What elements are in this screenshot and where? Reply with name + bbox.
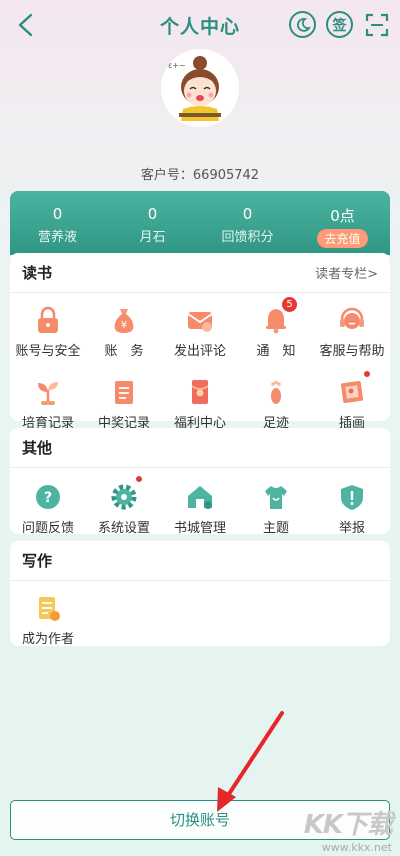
menu-item-customer-service[interactable]: 客服与帮助 (314, 305, 390, 359)
menu-item-label: 举报 (338, 521, 365, 536)
night-mode-button[interactable] (289, 11, 316, 38)
stat-balance: 0点 去充值 (295, 191, 390, 255)
menu-item-prize-record[interactable]: 中奖记录 (86, 377, 162, 431)
top-bar: 个人中心 签 (0, 0, 400, 50)
menu-item-become-author[interactable]: 成为作者 (10, 593, 86, 647)
stat-points[interactable]: 0 回馈积分 (200, 191, 295, 255)
menu-item-label: 账号与安全 (15, 344, 81, 359)
lock-icon (38, 306, 58, 333)
menu-item-feedback[interactable]: ? 问题反馈 (10, 482, 86, 536)
menu-item-label: 系统设置 (97, 521, 150, 536)
menu-item-label: 书城管理 (173, 521, 226, 536)
illustration-icon (340, 380, 364, 404)
section-title: 读书 (22, 264, 53, 282)
moon-icon (296, 17, 311, 32)
other-section: 其他 ? 问题反馈 系统设置 书城管理 主题 举报 (10, 428, 390, 536)
stat-label: 回馈积分 (221, 230, 274, 245)
stat-value: 0 (52, 205, 63, 223)
section-title: 写作 (22, 552, 53, 570)
bookstore-icon (188, 486, 212, 509)
settings-gear-icon (111, 484, 137, 510)
new-dot-badge (136, 476, 142, 482)
reading-section: 读书 读者专栏> 账号与安全 ¥ 账 务 发出评论 5 通 知 客服与帮助 培育… (10, 253, 390, 431)
menu-item-bookstore-manage[interactable]: 书城管理 (162, 482, 238, 536)
notification-badge: 5 (282, 297, 297, 312)
scan-button[interactable] (363, 11, 390, 38)
menu-item-label: 客服与帮助 (319, 344, 385, 359)
report-shield-icon (341, 485, 363, 510)
account-stats-bar: 0 营养液 0 月石 0 回馈积分 0点 去充值 (10, 191, 390, 255)
menu-item-notifications[interactable]: 5 通 知 (238, 297, 314, 359)
menu-item-comments[interactable]: 发出评论 (162, 305, 238, 359)
writing-section: 写作 成为作者 (10, 541, 390, 647)
menu-item-label: 账 务 (104, 344, 144, 359)
sign-in-button[interactable]: 签 (326, 11, 353, 38)
footprint-icon (271, 380, 281, 404)
scan-icon (365, 13, 388, 36)
stat-value: 0 (147, 205, 158, 223)
menu-item-label: 主题 (262, 521, 289, 536)
money-bag-icon: ¥ (114, 309, 134, 333)
menu-item-illustrations[interactable]: 插画 (314, 371, 390, 431)
stat-label: 月石 (139, 230, 166, 245)
avatar[interactable]: ε+~ (161, 49, 239, 127)
menu-item-label: 问题反馈 (21, 521, 74, 536)
watermark-logo: KK下载 (303, 810, 393, 840)
menu-item-label: 成为作者 (21, 632, 74, 647)
customer-service-icon (340, 307, 364, 329)
stat-moonstone[interactable]: 0 月石 (105, 191, 200, 255)
menu-item-report[interactable]: 举报 (314, 482, 390, 536)
recharge-button[interactable]: 去充值 (317, 229, 368, 248)
stat-value: 0点 (330, 207, 355, 225)
menu-item-billing[interactable]: ¥ 账 务 (86, 305, 162, 359)
red-envelope-icon (191, 380, 209, 404)
svg-text:ε+~: ε+~ (168, 61, 186, 70)
section-title: 其他 (22, 439, 53, 457)
site-watermark: KK下载 www.kkx.net (303, 804, 393, 854)
stat-nutrient[interactable]: 0 营养液 (10, 191, 105, 255)
menu-item-system-settings[interactable]: 系统设置 (86, 476, 162, 536)
sprout-icon (38, 382, 58, 405)
menu-item-welfare-center[interactable]: 福利中心 (162, 377, 238, 431)
menu-item-label: 发出评论 (173, 344, 226, 359)
stat-label: 营养液 (37, 230, 77, 245)
reader-column-link[interactable]: 读者专栏> (315, 263, 378, 282)
cartoon-girl-avatar-icon: ε+~ (161, 49, 239, 127)
menu-item-label: 通 知 (256, 344, 296, 359)
menu-item-footprints[interactable]: 足迹 (238, 377, 314, 431)
become-author-icon (39, 597, 60, 621)
customer-id: 客户号：66905742 (140, 168, 260, 183)
prize-record-icon (115, 381, 133, 404)
comment-mail-icon (187, 312, 213, 332)
new-dot-badge (364, 371, 370, 377)
svg-text:¥: ¥ (121, 320, 127, 331)
menu-item-theme[interactable]: 主题 (238, 482, 314, 536)
svg-text:?: ? (44, 490, 52, 506)
stat-value: 0 (242, 205, 253, 223)
question-icon: ? (36, 485, 60, 509)
theme-shirt-icon (265, 486, 287, 509)
menu-item-account-security[interactable]: 账号与安全 (10, 305, 86, 359)
watermark-url: www.kkx.net (321, 841, 392, 854)
menu-item-cultivation-record[interactable]: 培育记录 (10, 377, 86, 431)
